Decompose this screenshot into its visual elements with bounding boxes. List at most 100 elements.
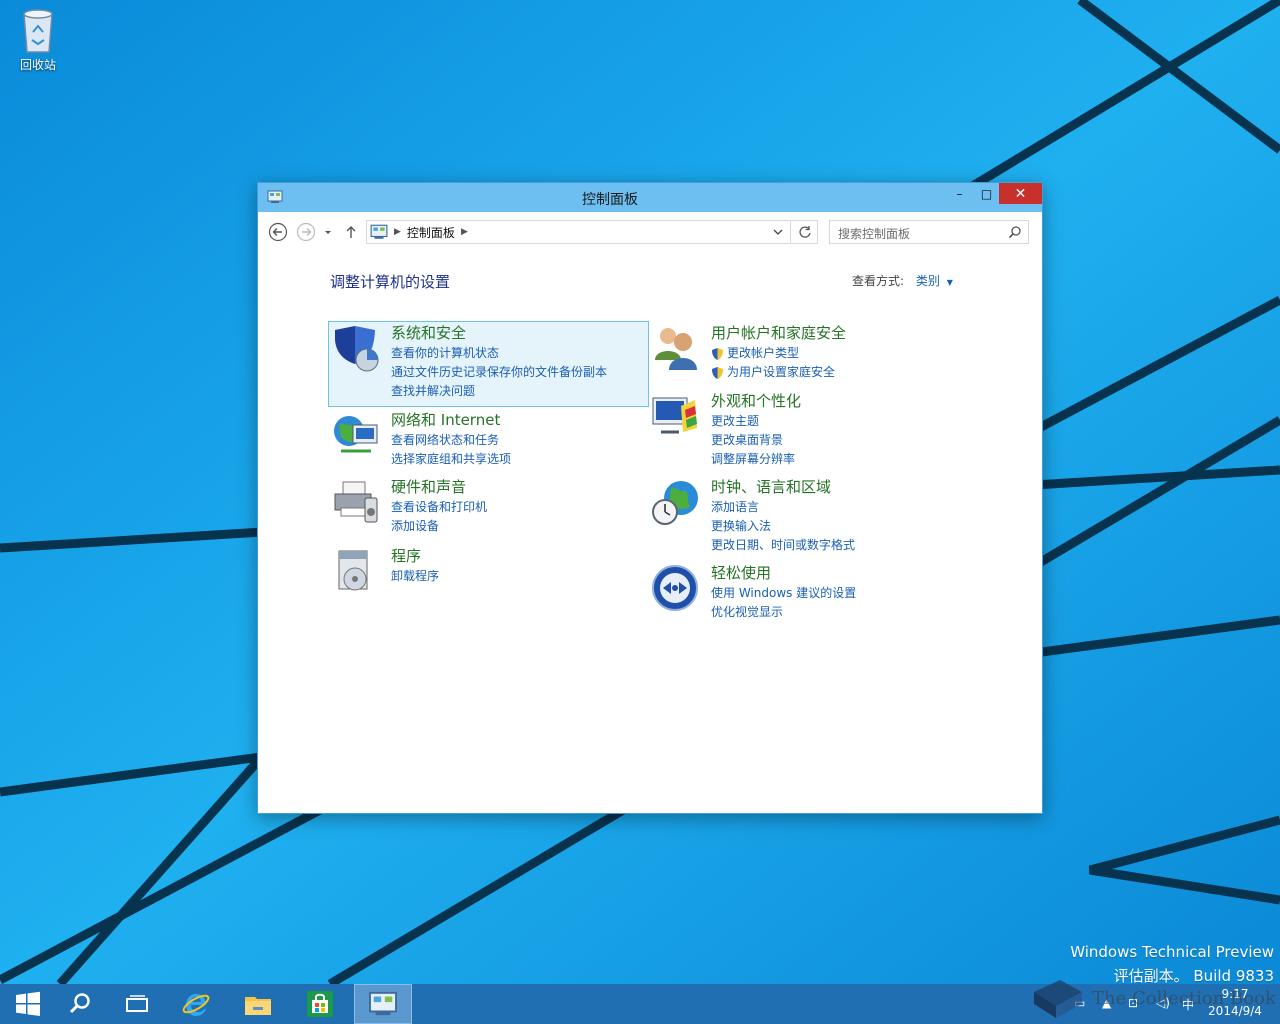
programs-icon: [338, 550, 368, 591]
link-file-history[interactable]: 通过文件历史记录保存你的文件备份副本: [391, 363, 607, 382]
up-arrow-icon: [346, 226, 356, 238]
category-title[interactable]: 网络和 Internet: [391, 409, 500, 430]
link-homegroup[interactable]: 选择家庭组和共享选项: [391, 450, 511, 469]
category-title[interactable]: 程序: [391, 545, 421, 566]
forward-button[interactable]: [295, 221, 317, 243]
category-title[interactable]: 用户帐户和家庭安全: [711, 322, 846, 343]
link-date-time-format[interactable]: 更改日期、时间或数字格式: [711, 536, 855, 555]
category-user-accounts[interactable]: 用户帐户和家庭安全 更改帐户类型 为用户设置家庭安全: [649, 322, 949, 384]
link-label[interactable]: 更改帐户类型: [727, 344, 799, 363]
back-button[interactable]: [267, 221, 289, 243]
link-recommended-settings[interactable]: 使用 Windows 建议的设置: [711, 584, 856, 603]
link-network-status[interactable]: 查看网络状态和任务: [391, 431, 511, 450]
breadcrumb-control-panel[interactable]: 控制面板: [407, 224, 455, 241]
window-title: 控制面板: [582, 192, 638, 208]
link-devices-printers[interactable]: 查看设备和打印机: [391, 498, 487, 517]
chevron-down-icon: [325, 231, 331, 234]
category-title[interactable]: 系统和安全: [391, 322, 466, 343]
control-panel-content: 调整计算机的设置 查看方式: 类别 ▼ 系统和安全 查看你的计算机状态 通过文件…: [258, 252, 1042, 814]
maximize-button[interactable]: □: [973, 183, 1000, 204]
file-explorer-button[interactable]: [230, 984, 286, 1024]
view-by: 查看方式: 类别 ▼: [852, 272, 953, 289]
category-programs[interactable]: 程序 卸载程序: [329, 545, 629, 591]
recycle-bin-label: 回收站: [19, 58, 56, 72]
ease-of-access-icon: [652, 565, 698, 611]
link-label[interactable]: 为用户设置家庭安全: [727, 363, 835, 382]
link-troubleshoot[interactable]: 查找并解决问题: [391, 382, 607, 401]
control-panel-taskbar-button[interactable]: [354, 984, 412, 1024]
category-hardware-sound[interactable]: 硬件和声音 查看设备和打印机 添加设备: [329, 476, 629, 536]
link-optimize-visual-display[interactable]: 优化视觉显示: [711, 603, 856, 622]
search-icon[interactable]: [1008, 225, 1022, 239]
link-family-safety[interactable]: 为用户设置家庭安全: [711, 363, 835, 382]
users-icon: [655, 328, 697, 370]
control-panel-window: 控制面板 – □ ✕ ▶ 控制面板 ▶ 搜索控制面板 调整计算机的设置 查看方式…: [257, 182, 1043, 814]
task-view-icon: [126, 995, 148, 1012]
close-button[interactable]: ✕: [999, 183, 1042, 204]
store-button[interactable]: [292, 984, 348, 1024]
address-dropdown-button[interactable]: [767, 221, 789, 243]
shield-icon: [335, 326, 379, 372]
up-button[interactable]: [342, 221, 360, 243]
chevron-down-icon[interactable]: ▼: [947, 278, 953, 287]
appearance-icon: [652, 397, 697, 434]
printer-icon: [334, 481, 378, 523]
search-placeholder: 搜索控制面板: [838, 227, 911, 241]
forward-arrow-icon: [296, 222, 316, 242]
internet-explorer-icon: [182, 994, 210, 1016]
chevron-right-icon: ▶: [394, 227, 401, 237]
recent-locations-button[interactable]: [320, 221, 336, 243]
uac-shield-icon: [712, 366, 723, 379]
category-network-internet[interactable]: 网络和 Internet 查看网络状态和任务 选择家庭组和共享选项: [329, 409, 629, 469]
link-change-theme[interactable]: 更改主题: [711, 412, 795, 431]
uac-shield-icon: [712, 347, 723, 360]
category-ease-of-access[interactable]: 轻松使用 使用 Windows 建议的设置 优化视觉显示: [649, 562, 949, 624]
control-panel-icon: [369, 991, 397, 1016]
refresh-icon: [798, 226, 811, 238]
clock-globe-icon: [652, 481, 698, 525]
link-screen-resolution[interactable]: 调整屏幕分辨率: [711, 450, 795, 469]
category-appearance[interactable]: 外观和个性化 更改主题 更改桌面背景 调整屏幕分辨率: [649, 390, 949, 470]
view-by-label: 查看方式:: [852, 274, 905, 288]
category-title[interactable]: 外观和个性化: [711, 390, 801, 411]
address-toolbar: ▶ 控制面板 ▶ 搜索控制面板: [258, 212, 1042, 252]
link-change-account-type[interactable]: 更改帐户类型: [711, 344, 835, 363]
link-uninstall-program[interactable]: 卸载程序: [391, 567, 439, 586]
task-view-button[interactable]: [109, 984, 165, 1024]
address-bar[interactable]: ▶ 控制面板 ▶: [366, 220, 818, 244]
recycle-bin-shortcut[interactable]: 回收站: [10, 6, 66, 73]
chevron-right-icon[interactable]: ▶: [461, 227, 468, 237]
refresh-button[interactable]: [790, 220, 818, 244]
windows-logo-icon: [16, 991, 40, 1016]
brand-text: The Collection Book: [1092, 988, 1276, 1009]
book-logo-icon: [1034, 980, 1082, 1018]
watermark-line1: Windows Technical Preview: [1070, 943, 1274, 961]
category-clock-language-region[interactable]: 时钟、语言和区域 添加语言 更换输入法 更改日期、时间或数字格式: [649, 476, 949, 556]
link-view-computer-status[interactable]: 查看你的计算机状态: [391, 344, 607, 363]
back-arrow-icon: [268, 222, 288, 242]
category-title[interactable]: 时钟、语言和区域: [711, 476, 831, 497]
link-add-device[interactable]: 添加设备: [391, 517, 487, 536]
control-panel-icon: [370, 224, 388, 239]
file-explorer-icon: [245, 997, 271, 1015]
start-button[interactable]: [0, 984, 56, 1024]
minimize-button[interactable]: –: [946, 183, 973, 204]
store-icon: [307, 991, 333, 1017]
recycle-bin-icon: [23, 9, 53, 53]
network-icon: [334, 416, 378, 453]
category-title[interactable]: 硬件和声音: [391, 476, 466, 497]
search-icon: [69, 993, 90, 1014]
link-change-background[interactable]: 更改桌面背景: [711, 431, 795, 450]
link-add-language[interactable]: 添加语言: [711, 498, 855, 517]
view-by-dropdown[interactable]: 类别: [916, 274, 940, 288]
internet-explorer-button[interactable]: [168, 984, 224, 1024]
search-button[interactable]: [52, 984, 108, 1024]
link-change-input-method[interactable]: 更换输入法: [711, 517, 855, 536]
page-title: 调整计算机的设置: [330, 273, 451, 291]
category-system-security[interactable]: 系统和安全 查看你的计算机状态 通过文件历史记录保存你的文件备份副本 查找并解决…: [328, 321, 649, 407]
brand-watermark: The Collection Book: [1030, 974, 1276, 1024]
title-bar[interactable]: 控制面板 – □ ✕: [258, 183, 1042, 212]
category-title[interactable]: 轻松使用: [711, 562, 771, 583]
search-input[interactable]: 搜索控制面板: [829, 220, 1029, 244]
chevron-down-icon: [773, 229, 783, 235]
